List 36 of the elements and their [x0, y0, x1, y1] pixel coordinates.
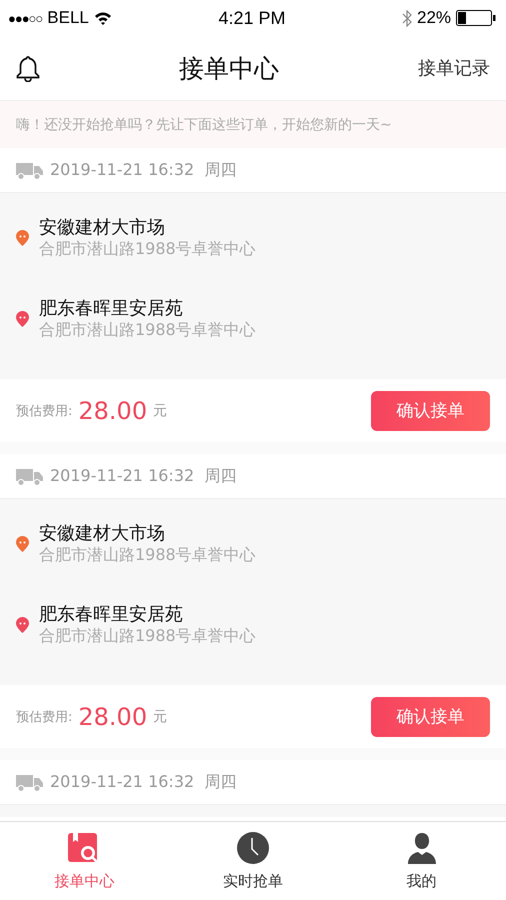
order-date: 2019-11-21 16:32 周四 [50, 772, 236, 792]
battery-icon [456, 10, 496, 26]
place-name: 肥东春晖里安居苑 [39, 297, 184, 320]
place-address: 合肥市潜山路1988号卓誉中心 [39, 320, 256, 341]
place-name: 安徽建材大市场 [39, 216, 166, 239]
person-icon [406, 832, 438, 864]
place-address: 合肥市潜山路1988号卓誉中心 [39, 239, 256, 260]
page-title: 接单中心 [178, 52, 280, 84]
order-date: 2019-11-21 16:32 周四 [50, 160, 236, 180]
fee-amount: 28.00 [78, 702, 148, 730]
place-name: 肥东春晖里安居苑 [39, 603, 184, 626]
fee-label: 预估费用: [16, 402, 72, 420]
carrier-name: BELL [47, 8, 89, 28]
bluetooth-icon [402, 10, 412, 26]
clock-icon [237, 832, 269, 864]
truck-icon [16, 772, 43, 792]
currency-unit: 元 [153, 708, 168, 726]
truck-icon [16, 160, 43, 180]
notification-bell-icon[interactable] [16, 54, 40, 82]
order-history-link[interactable]: 接单记录 [418, 56, 490, 80]
wifi-icon [94, 11, 112, 25]
place-address: 合肥市潜山路1988号卓誉中心 [39, 626, 256, 647]
place-name: 安徽建材大市场 [39, 522, 166, 545]
signal-strength: ●●●○○ [8, 10, 42, 26]
tab-bar-item[interactable]: 我的 [337, 822, 506, 900]
fee-amount: 28.00 [78, 396, 148, 424]
currency-unit: 元 [153, 402, 168, 420]
truck-icon [16, 466, 43, 486]
tab-bar-item[interactable]: 接单中心 [0, 822, 169, 900]
order-date: 2019-11-21 16:32 周四 [50, 466, 236, 486]
clock-time: 4:21 PM [218, 8, 286, 28]
welcome-message: 嗨！还没开始抢单吗？先让下面这些订单，开始您新的一天~ [16, 116, 392, 134]
fee-label: 预估费用: [16, 708, 72, 726]
tab-bar-item[interactable]: 实时抢单 [168, 822, 338, 900]
place-address: 合肥市潜山路1988号卓誉中心 [39, 545, 256, 566]
battery-percent: 22% [416, 8, 452, 28]
